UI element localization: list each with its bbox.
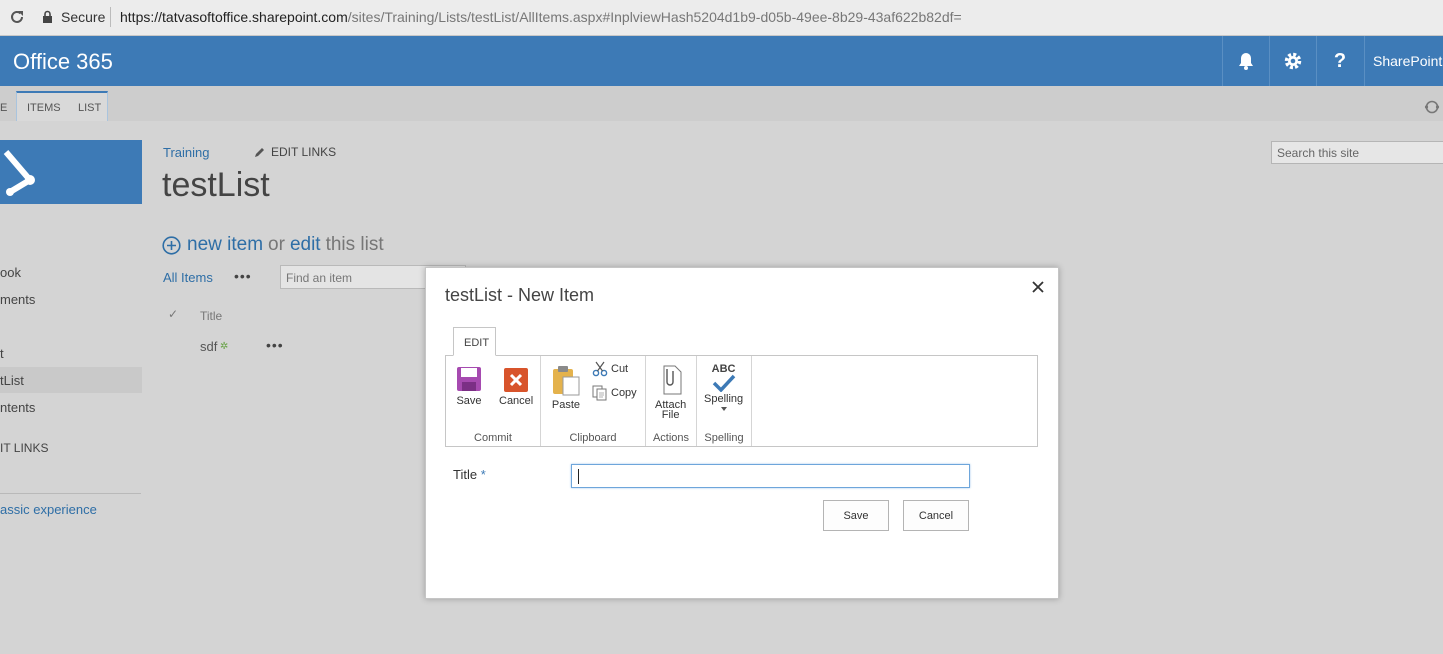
lock-icon <box>43 10 52 23</box>
tab-items[interactable]: ITEMS <box>27 102 61 114</box>
nav-item-site-contents[interactable]: ntents <box>0 400 35 415</box>
ribbon-tab-row: E ITEMS LIST <box>0 86 1443 121</box>
new-item-link[interactable]: new item <box>187 234 263 256</box>
office365-brand[interactable]: Office 365 <box>13 49 113 75</box>
return-classic-link[interactable]: assic experience <box>0 502 97 517</box>
settings-button[interactable] <box>1269 36 1316 86</box>
new-badge-icon: ✲ <box>220 341 229 352</box>
nav-item-documents[interactable]: ments <box>0 292 35 307</box>
browser-address-bar: Secure https://tatvasoftoffice.sharepoin… <box>0 0 1443 36</box>
select-all-check-icon[interactable]: ✓ <box>168 307 178 321</box>
title-field-label: Title * <box>453 467 486 482</box>
gear-icon <box>1284 52 1302 70</box>
chevron-down-icon <box>720 407 727 411</box>
paste-ribbon-button[interactable]: Paste <box>551 364 581 411</box>
nav-edit-links[interactable]: IT LINKS <box>0 441 48 455</box>
nav-item-notebook[interactable]: ook <box>0 265 21 280</box>
this-list-text: this list <box>325 234 384 255</box>
column-header-title[interactable]: Title <box>200 309 222 323</box>
list-item-title[interactable]: sdf <box>200 339 217 354</box>
sharepoint-logo-icon <box>3 150 35 196</box>
tab-browse-partial[interactable]: E <box>0 102 7 114</box>
dialog-ribbon: Save Cancel Commit Paste Cut Copy Clipbo… <box>445 355 1038 447</box>
edit-links-label: EDIT LINKS <box>271 145 337 159</box>
abc-icon: ABC <box>711 363 736 375</box>
help-button[interactable]: ? <box>1316 36 1363 86</box>
paste-icon <box>553 366 580 396</box>
sharepoint-app-label[interactable]: SharePoint <box>1364 36 1443 86</box>
tab-edit[interactable]: EDIT <box>453 327 496 356</box>
edit-links-button[interactable]: EDIT LINKS <box>254 145 336 159</box>
nav-item-recent[interactable]: t <box>0 346 4 361</box>
site-search-input[interactable]: Search this site <box>1271 141 1443 164</box>
required-asterisk: * <box>480 467 486 482</box>
group-label-actions: Actions <box>652 432 690 444</box>
cut-ribbon-button[interactable]: Cut <box>592 361 628 377</box>
title-field-input[interactable] <box>571 464 970 488</box>
group-clipboard: Paste Cut Copy Clipboard <box>541 356 646 446</box>
site-logo[interactable] <box>0 140 142 204</box>
url-text[interactable]: https://tatvasoftoffice.sharepoint.com/s… <box>120 9 962 25</box>
view-all-items[interactable]: All Items <box>163 270 213 285</box>
save-button[interactable]: Save <box>823 500 889 531</box>
address-divider <box>110 7 111 27</box>
pencil-icon <box>255 148 264 157</box>
cancel-icon <box>504 368 529 392</box>
notifications-button[interactable] <box>1222 36 1269 86</box>
add-circle-icon[interactable] <box>162 235 181 255</box>
save-ribbon-button[interactable]: Save <box>456 366 482 407</box>
view-more-icon[interactable]: ••• <box>234 268 252 284</box>
group-label-spelling: Spelling <box>704 432 744 444</box>
copy-icon <box>592 385 607 401</box>
or-text: or <box>268 234 285 255</box>
secure-label: Secure <box>61 9 106 25</box>
suite-bar: Office 365 ? SharePoint <box>0 36 1443 86</box>
spelling-button[interactable]: ABC Spelling <box>704 364 743 411</box>
cancel-button[interactable]: Cancel <box>903 500 969 531</box>
group-commit: Save Cancel Commit <box>446 356 541 446</box>
help-icon: ? <box>1333 49 1347 72</box>
new-item-dialog: testList - New Item EDIT Save Cancel Com… <box>425 267 1059 599</box>
nav-divider <box>0 493 141 494</box>
close-icon[interactable] <box>1030 279 1046 295</box>
save-icon <box>457 367 481 391</box>
group-actions: Attach File Actions <box>646 356 697 446</box>
copy-ribbon-button[interactable]: Copy <box>592 385 637 401</box>
nav-item-testlist[interactable]: tList <box>0 367 142 393</box>
checkmark-icon <box>712 374 735 392</box>
attach-file-icon <box>663 365 682 395</box>
reload-icon[interactable] <box>8 8 26 26</box>
breadcrumb[interactable]: Training <box>163 145 209 160</box>
group-label-clipboard: Clipboard <box>569 432 617 444</box>
attach-file-button[interactable]: Attach File <box>655 364 686 421</box>
edit-list-link[interactable]: edit <box>290 234 321 256</box>
cancel-ribbon-button[interactable]: Cancel <box>499 368 533 407</box>
group-spelling: ABC Spelling Spelling <box>697 356 752 446</box>
dialog-title: testList - New Item <box>445 285 595 305</box>
page-title: testList <box>162 166 270 204</box>
sync-icon[interactable] <box>1424 99 1440 115</box>
text-caret <box>578 469 579 484</box>
bell-icon <box>1239 53 1253 70</box>
group-label-commit: Commit <box>474 432 512 444</box>
new-item-bar: new item or edit this list <box>162 234 384 256</box>
scissors-icon <box>592 361 608 377</box>
tab-list[interactable]: LIST <box>78 102 101 114</box>
item-more-icon[interactable]: ••• <box>266 337 284 353</box>
